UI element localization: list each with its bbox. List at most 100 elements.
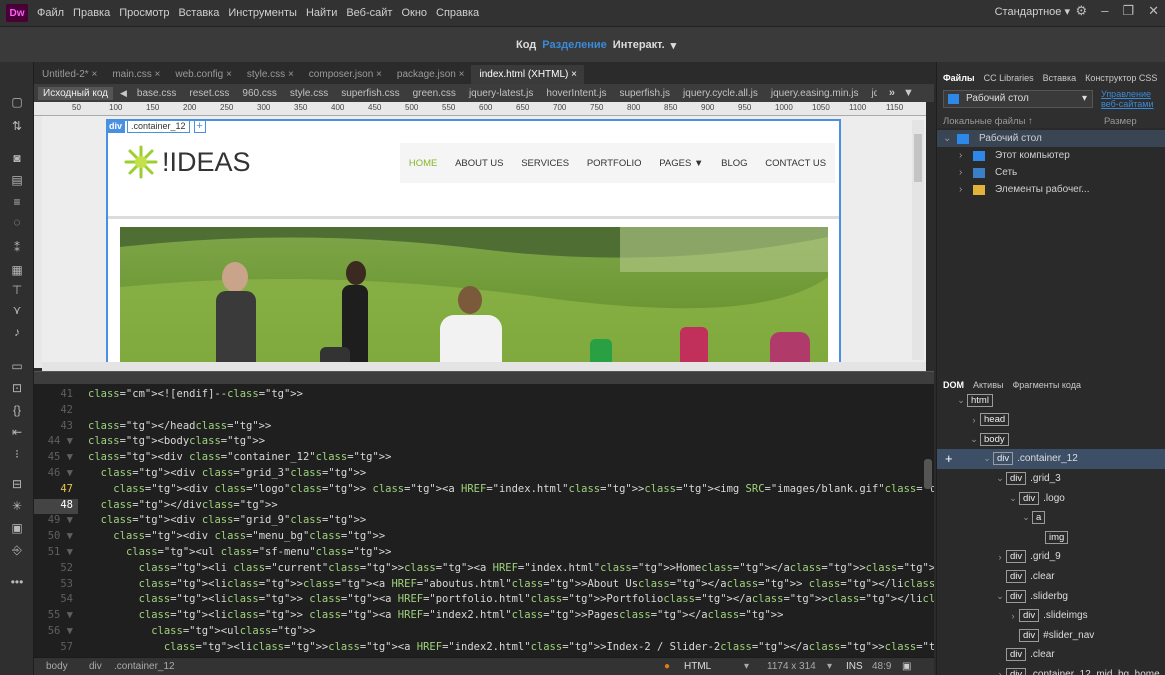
code-text[interactable]: class="tg"><liclass="tg">>class="tg"><a …	[78, 578, 934, 594]
maximize-icon[interactable]: ❐	[1122, 3, 1134, 19]
related-file-link[interactable]: hoverIntent.js	[546, 88, 606, 99]
panel-tab[interactable]: Вставка	[1043, 73, 1076, 87]
dom-node[interactable]: div .clear	[937, 645, 1165, 665]
chevron-down-icon[interactable]: ⌄	[955, 395, 967, 406]
dom-node[interactable]: ⌄ a	[937, 508, 1165, 528]
document-tab[interactable]: Untitled-2* ×	[34, 65, 104, 84]
code-text[interactable]	[78, 404, 88, 420]
line-number[interactable]: 47	[34, 483, 78, 499]
code-text[interactable]: class="tg"><liclass="tg">> class="tg"><a…	[78, 593, 934, 609]
code-line[interactable]: 52 class="tg"><li class="current"class="…	[34, 562, 934, 578]
dom-node[interactable]: › div .grid_9	[937, 547, 1165, 567]
file-tree-item[interactable]: › Элементы рабочег...	[937, 181, 1165, 198]
dom-node[interactable]: + ⌄ div .container_12	[937, 448, 1165, 469]
line-number[interactable]: 48	[34, 498, 78, 515]
local-files-header[interactable]: Локальные файлы ↑	[943, 116, 1033, 127]
manage-sites-link[interactable]: Управление веб-сайтами	[1101, 89, 1161, 109]
more-tools-icon[interactable]: •••	[8, 574, 26, 590]
code-text[interactable]: class="tg"><bodyclass="tg">>	[78, 435, 265, 451]
code-editor[interactable]: 41 class="cm"><![endif]--class="tg">> 42 43…	[34, 384, 934, 657]
code-line[interactable]: 55 ▼ class="tg"><liclass="tg">> class="t…	[34, 609, 784, 625]
site-nav-link[interactable]: ABOUT US	[455, 158, 503, 169]
related-file-link[interactable]: jquery.cycle.all.js	[683, 88, 758, 99]
minimize-icon[interactable]: –	[1101, 3, 1108, 19]
menu-item[interactable]: Инструменты	[228, 7, 297, 19]
comment-icon[interactable]: ▭	[8, 358, 26, 374]
dom-node[interactable]: › div .container_12 .mid_bg_home	[937, 664, 1165, 675]
expand-icon[interactable]: ▦	[8, 262, 26, 278]
format-icon[interactable]: ≡	[8, 194, 26, 210]
code-nav-icon[interactable]: ▣	[8, 520, 26, 536]
source-code-button[interactable]: Исходный код	[38, 86, 113, 100]
related-file-link[interactable]: reset.css	[189, 88, 229, 99]
code-text[interactable]: class="tg"><liclass="tg">>class="tg"><a …	[78, 641, 934, 657]
tag-selector-body[interactable]: body	[46, 661, 68, 672]
code-line[interactable]: 54 class="tg"><liclass="tg">> class="tg"…	[34, 593, 934, 609]
code-text[interactable]: class="tg"><ul class="sf-menu"class="tg"…	[78, 546, 392, 562]
chevron-down-icon[interactable]: ▾	[671, 39, 677, 52]
panel-tab[interactable]: Фрагменты кода	[1012, 380, 1081, 394]
menu-item[interactable]: Просмотр	[119, 7, 169, 19]
line-number[interactable]: 50 ▼	[34, 530, 78, 546]
code-text[interactable]: class="tg"><ulclass="tg">>	[78, 625, 315, 641]
menu-item[interactable]: Справка	[436, 7, 479, 19]
dom-node[interactable]: ⌄ div .sliderbg	[937, 586, 1165, 606]
chevron-down-icon[interactable]: ▾	[827, 661, 832, 672]
dom-node[interactable]: ⌄ html	[937, 394, 1165, 410]
live-view-hscrollbar[interactable]	[42, 362, 926, 371]
file-tree-item[interactable]: › Сеть	[937, 164, 1165, 181]
code-line[interactable]: 43 class="tg"></headclass="tg">>	[34, 420, 271, 436]
file-tree-item[interactable]: › Этот компьютер	[937, 147, 1165, 164]
site-selector[interactable]: Рабочий стол ▾	[943, 90, 1093, 108]
site-nav-link[interactable]: CONTACT US	[765, 158, 826, 169]
code-line[interactable]: 56 ▼ class="tg"><ulclass="tg">>	[34, 625, 316, 641]
code-line[interactable]: 53 class="tg"><liclass="tg">>class="tg">…	[34, 578, 934, 594]
live-inspect-icon[interactable]: ◙	[8, 150, 26, 166]
document-tab[interactable]: composer.json ×	[301, 65, 389, 84]
scroll-left-icon[interactable]: ◀	[120, 88, 127, 99]
live-view-button[interactable]: Интеракт.	[613, 39, 665, 52]
chevron-down-icon[interactable]: ⌄	[968, 434, 980, 445]
code-text[interactable]: class="tg"><liclass="tg">> class="tg"><a…	[78, 609, 784, 625]
filter-icon[interactable]: ▼	[903, 87, 914, 99]
line-number[interactable]: 54	[34, 593, 78, 609]
related-file-link[interactable]: 960.css	[242, 88, 276, 99]
chevron-down-icon[interactable]: ⌄	[943, 133, 957, 144]
related-file-link[interactable]: jquery.inn	[872, 88, 877, 99]
line-number[interactable]: 41	[34, 388, 78, 404]
document-tab[interactable]: web.config ×	[167, 65, 238, 84]
site-page[interactable]: !IDEAS HOME ABOUT US SERVICES PORTFOLIO PAGE…	[106, 119, 841, 368]
menu-item[interactable]: Найти	[306, 7, 337, 19]
related-file-link[interactable]: superfish.js	[619, 88, 670, 99]
dom-node[interactable]: div #slider_nav	[937, 625, 1165, 645]
file-tree-item[interactable]: ⌄ Рабочий стол	[937, 130, 1165, 147]
menu-item[interactable]: Окно	[401, 7, 427, 19]
code-line[interactable]: 51 ▼ class="tg"><ul class="sf-menu"class…	[34, 546, 392, 562]
line-number[interactable]: 53	[34, 578, 78, 594]
line-number[interactable]: 52	[34, 562, 78, 578]
panel-tab[interactable]: Активы	[973, 380, 1003, 394]
panel-tab[interactable]: Конструктор CSS	[1085, 73, 1157, 87]
code-text[interactable]: class="tg"></divclass="tg">>	[78, 499, 278, 515]
site-nav-link[interactable]: BLOG	[721, 158, 747, 169]
chevron-right-icon[interactable]: ›	[959, 167, 973, 178]
snippet-icon[interactable]: ⊡	[8, 380, 26, 396]
line-number[interactable]: 51 ▼	[34, 546, 78, 562]
code-text[interactable]: class="tg"></headclass="tg">>	[78, 420, 271, 436]
code-view-button[interactable]: Код	[516, 39, 536, 52]
code-line[interactable]: 48 class="tg"></divclass="tg">>	[34, 498, 278, 515]
live-view[interactable]: div .container_12 + !IDEAS HOME ABOUT US S…	[42, 116, 926, 368]
chevron-right-icon[interactable]: ›	[959, 184, 973, 195]
panel-tab[interactable]: Файлы	[943, 73, 975, 87]
close-icon[interactable]: ✕	[1148, 3, 1159, 19]
line-number[interactable]: 55 ▼	[34, 609, 78, 625]
dom-node[interactable]: › head	[937, 410, 1165, 430]
code-line[interactable]: 45 ▼ class="tg"><div class="container_12"…	[34, 451, 392, 467]
related-file-link[interactable]: jquery.easing.min.js	[771, 88, 859, 99]
tag-selector-class[interactable]: .container_12	[114, 661, 175, 672]
code-line[interactable]: 44 ▼ class="tg"><bodyclass="tg">>	[34, 435, 265, 451]
chevron-down-icon[interactable]: ⌄	[994, 591, 1006, 602]
code-text[interactable]: class="tg"><div class="grid_9"class="tg"…	[78, 514, 367, 530]
chevron-down-icon[interactable]: ⌄	[981, 453, 993, 464]
panel-tab[interactable]: DOM	[943, 380, 964, 394]
